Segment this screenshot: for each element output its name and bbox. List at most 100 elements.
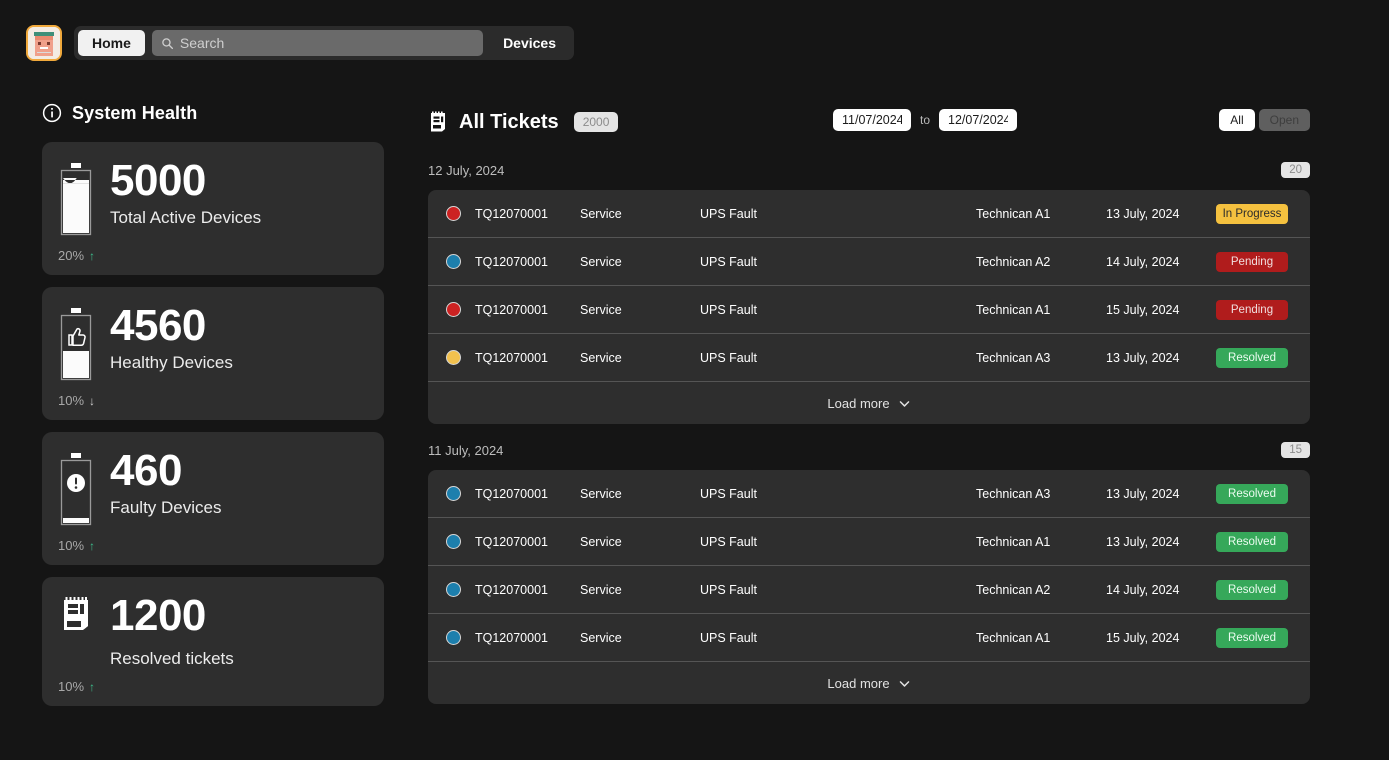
ticket-technician: Technican A1 xyxy=(976,534,1051,549)
priority-dot-icon xyxy=(446,486,461,501)
load-more-label: Load more xyxy=(827,675,890,691)
user-avatar[interactable] xyxy=(26,25,62,61)
ticket-group-count: 20 xyxy=(1281,162,1310,178)
load-more-button[interactable]: Load more xyxy=(428,662,1310,704)
arrow-up-icon: ↑ xyxy=(89,248,96,263)
stat-card-faulty-devices[interactable]: 460 Faulty Devices 10% ↑ xyxy=(42,432,384,565)
stat-label: Resolved tickets xyxy=(110,649,234,668)
ticket-fault: UPS Fault xyxy=(700,254,757,269)
ticket-fault: UPS Fault xyxy=(700,582,757,597)
table-row[interactable]: TQ12070001 Service UPS Fault Technican A… xyxy=(428,238,1310,286)
stat-delta-value: 10% xyxy=(58,538,85,553)
ticket-id: TQ12070001 xyxy=(475,350,548,365)
info-circle-icon xyxy=(42,103,62,123)
ticket-date: 13 July, 2024 xyxy=(1106,350,1180,365)
status-badge: Resolved xyxy=(1216,627,1288,648)
stat-label: Total Active Devices xyxy=(110,208,262,227)
ticket-date: 13 July, 2024 xyxy=(1106,534,1180,549)
arrow-down-icon: ↓ xyxy=(89,393,96,408)
ticket-type: Service xyxy=(580,630,622,645)
filter-all-button[interactable]: All xyxy=(1219,109,1255,131)
date-range-separator: to xyxy=(920,113,931,127)
search-icon xyxy=(162,37,173,49)
ticket-fault: UPS Fault xyxy=(700,206,757,221)
ticket-group: 12 July, 2024 20 TQ12070001 Service UPS … xyxy=(428,158,1310,424)
ticket-date: 14 July, 2024 xyxy=(1106,582,1180,597)
tickets-title: All Tickets xyxy=(459,110,559,133)
ticket-id: TQ12070001 xyxy=(475,534,548,549)
nav-devices-button[interactable]: Devices xyxy=(489,30,570,56)
stat-delta: 20% ↑ xyxy=(58,248,368,263)
receipt-icon xyxy=(431,111,445,132)
stat-delta: 10% ↑ xyxy=(58,538,368,553)
ticket-type: Service xyxy=(580,302,622,317)
ticket-type: Service xyxy=(580,582,622,597)
ticket-technician: Technican A1 xyxy=(976,206,1051,221)
priority-dot-icon xyxy=(446,206,461,221)
stat-card-resolved-tickets[interactable]: 1200 Resolved tickets 10% ↑ xyxy=(42,577,384,706)
ticket-fault: UPS Fault xyxy=(700,534,757,549)
ticket-fault: UPS Fault xyxy=(700,486,757,501)
ticket-type: Service xyxy=(580,206,622,221)
priority-dot-icon xyxy=(446,582,461,597)
priority-dot-icon xyxy=(446,350,461,365)
arrow-up-icon: ↑ xyxy=(89,679,96,694)
receipt-icon xyxy=(58,591,96,633)
status-badge: In Progress xyxy=(1216,203,1288,224)
nav-home-button[interactable]: Home xyxy=(78,30,145,56)
table-row[interactable]: TQ12070001 Service UPS Fault Technican A… xyxy=(428,566,1310,614)
ticket-date: 13 July, 2024 xyxy=(1106,206,1180,221)
ticket-group-header: 12 July, 2024 20 xyxy=(428,158,1310,182)
system-health-header: System Health xyxy=(42,98,384,128)
table-row[interactable]: TQ12070001 Service UPS Fault Technican A… xyxy=(428,614,1310,662)
ticket-technician: Technican A3 xyxy=(976,350,1051,365)
search-input[interactable]: Search xyxy=(151,30,484,56)
date-from-input[interactable] xyxy=(833,109,911,131)
tickets-count-badge: 2000 xyxy=(573,112,619,132)
table-row[interactable]: TQ12070001 Service UPS Fault Technican A… xyxy=(428,518,1310,566)
ticket-list: TQ12070001 Service UPS Fault Technican A… xyxy=(428,190,1310,424)
table-row[interactable]: TQ12070001 Service UPS Fault Technican A… xyxy=(428,470,1310,518)
status-badge: Resolved xyxy=(1216,483,1288,504)
load-more-label: Load more xyxy=(827,395,890,411)
filter-open-button[interactable]: Open xyxy=(1258,109,1310,131)
stat-card-total-active-devices[interactable]: 5000 Total Active Devices 20% ↑ xyxy=(42,142,384,275)
stat-value: 460 xyxy=(110,446,182,495)
ticket-technician: Technican A2 xyxy=(976,254,1051,269)
stat-delta: 10% ↑ xyxy=(58,679,368,694)
stat-label: Healthy Devices xyxy=(110,353,233,372)
tickets-header: All Tickets 2000 to All Open xyxy=(428,100,1310,144)
ticket-id: TQ12070001 xyxy=(475,254,548,269)
ticket-fault: UPS Fault xyxy=(700,302,757,317)
status-filter-toggle: All Open xyxy=(1219,109,1310,131)
status-badge: Pending xyxy=(1216,251,1288,272)
priority-dot-icon xyxy=(446,630,461,645)
table-row[interactable]: TQ12070001 Service UPS Fault Technican A… xyxy=(428,334,1310,382)
date-range-filter: to xyxy=(833,109,1018,131)
ticket-type: Service xyxy=(580,534,622,549)
chevron-down-icon xyxy=(899,400,909,407)
stat-value: 1200 xyxy=(110,591,206,640)
table-row[interactable]: TQ12070001 Service UPS Fault Technican A… xyxy=(428,286,1310,334)
ticket-id: TQ12070001 xyxy=(475,302,548,317)
priority-dot-icon xyxy=(446,254,461,269)
ticket-list: TQ12070001 Service UPS Fault Technican A… xyxy=(428,470,1310,704)
ticket-group-date: 12 July, 2024 xyxy=(428,162,505,178)
stat-delta-value: 20% xyxy=(58,248,85,263)
table-row[interactable]: TQ12070001 Service UPS Fault Technican A… xyxy=(428,190,1310,238)
chevron-down-icon xyxy=(899,680,909,687)
ticket-group: 11 July, 2024 15 TQ12070001 Service UPS … xyxy=(428,438,1310,704)
arrow-up-icon: ↑ xyxy=(89,538,96,553)
load-more-button[interactable]: Load more xyxy=(428,382,1310,424)
ticket-type: Service xyxy=(580,486,622,501)
stat-card-healthy-devices[interactable]: 4560 Healthy Devices 10% ↓ xyxy=(42,287,384,420)
date-to-input[interactable] xyxy=(939,109,1018,131)
battery-alert-icon xyxy=(58,446,96,528)
ticket-technician: Technican A3 xyxy=(976,486,1051,501)
top-bar: Home Search Devices xyxy=(0,0,1389,80)
ticket-type: Service xyxy=(580,254,622,269)
ticket-technician: Technican A1 xyxy=(976,630,1051,645)
ticket-id: TQ12070001 xyxy=(475,486,548,501)
priority-dot-icon xyxy=(446,302,461,317)
ticket-group-date: 11 July, 2024 xyxy=(428,442,504,458)
